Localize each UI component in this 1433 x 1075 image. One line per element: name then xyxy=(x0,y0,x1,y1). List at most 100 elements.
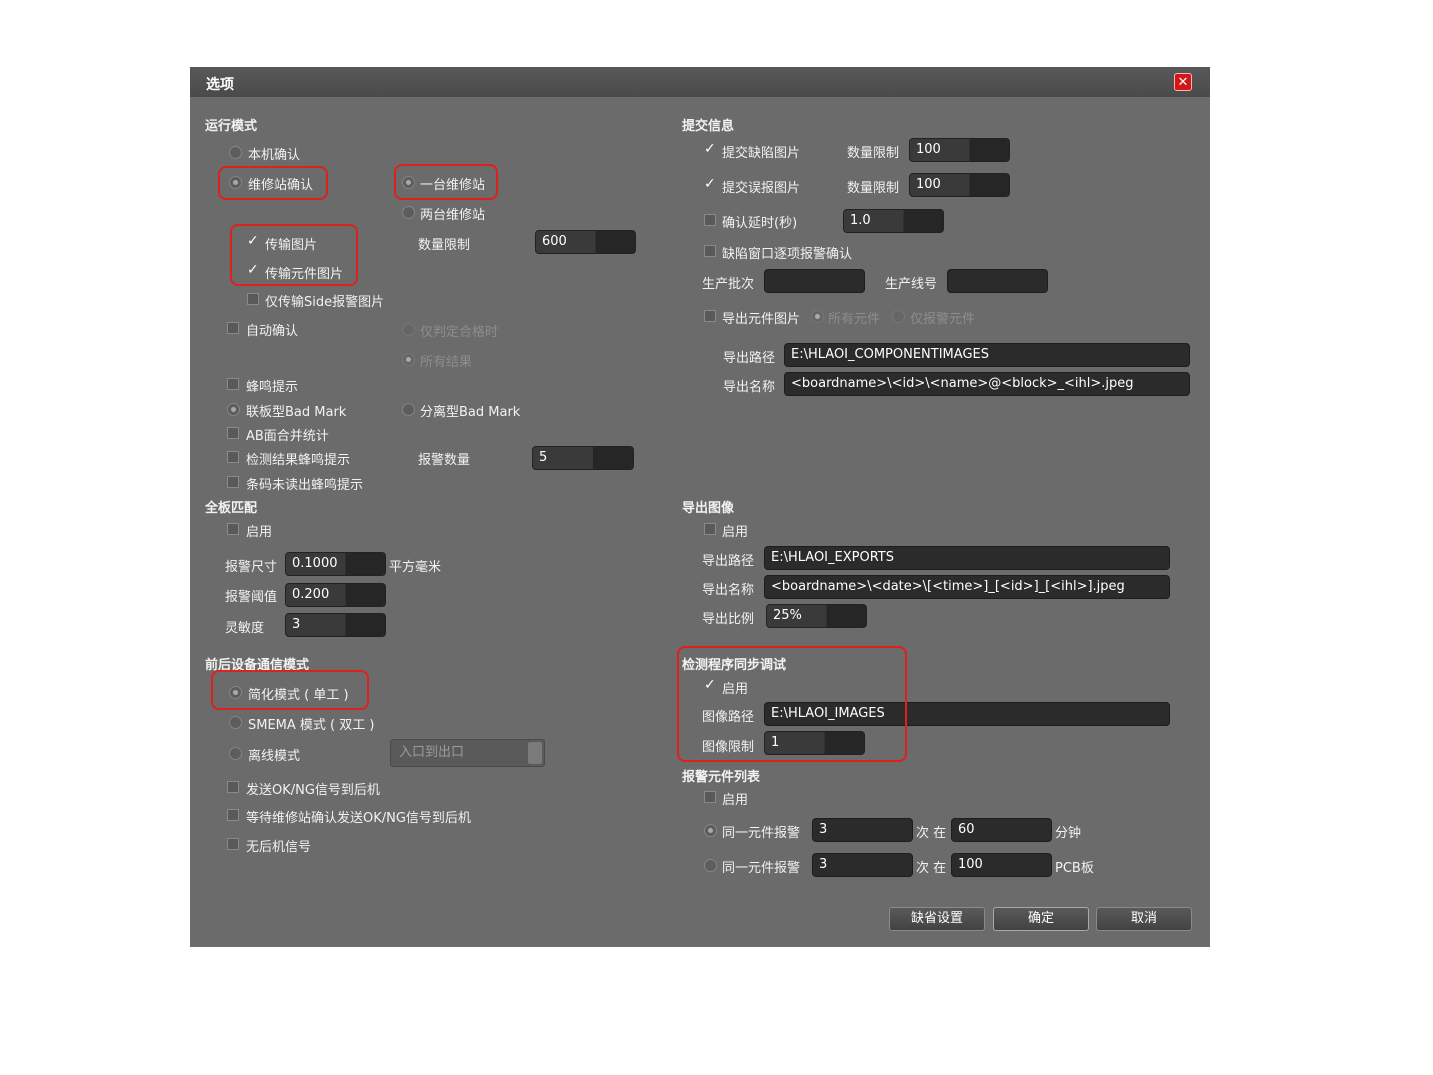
alarm-threshold-spinbox[interactable]: 0.200 xyxy=(285,583,386,607)
title-bar[interactable]: 选项 ✕ xyxy=(190,67,1210,97)
qty-limit-spinbox[interactable]: 600 xyxy=(535,230,636,254)
two-stations-label: 两台维修站 xyxy=(420,208,486,223)
confirm-delay-spinbox[interactable]: 1.0 xyxy=(843,209,944,233)
export-comp-checkbox[interactable] xyxy=(704,310,716,322)
export-image-enable-label: 启用 xyxy=(722,525,749,540)
alarm-row2-mid: 次 在 xyxy=(916,861,947,876)
no-rear-signal-label: 无后机信号 xyxy=(246,840,312,855)
alarm-row1-count-input[interactable]: 3 xyxy=(812,818,913,842)
comp-export-path-input[interactable]: E:\HLAOI_COMPONENTIMAGES xyxy=(784,343,1190,367)
two-stations-radio[interactable] xyxy=(402,206,415,219)
false-limit-label: 数量限制 xyxy=(847,181,900,196)
export-ratio-spinbox[interactable]: 25% xyxy=(766,604,867,628)
defect-window-checkbox[interactable] xyxy=(704,245,716,257)
submit-defect-label: 提交缺陷图片 xyxy=(722,146,801,161)
full-board-enable-label: 启用 xyxy=(246,525,273,540)
transfer-side-only-checkbox[interactable] xyxy=(247,293,259,305)
defect-limit-spinbox[interactable]: 100 xyxy=(909,138,1010,162)
wait-station-label: 等待维修站确认发送OK/NG信号到后机 xyxy=(246,811,471,826)
alarm-threshold-label: 报警阈值 xyxy=(225,590,278,605)
export-image-heading: 导出图像 xyxy=(682,501,735,516)
split-badmark-radio[interactable] xyxy=(402,403,415,416)
confirm-delay-value: 1.0 xyxy=(850,213,871,228)
offline-mode-radio[interactable] xyxy=(229,747,242,760)
smema-mode-radio[interactable] xyxy=(229,716,242,729)
alarm-row2-count-input[interactable]: 3 xyxy=(812,853,913,877)
export-name-input[interactable]: <boardname>\<date>\[<time>]_[<id>]_[<ihl… xyxy=(764,575,1170,599)
result-buzzer-checkbox[interactable] xyxy=(227,451,239,463)
no-rear-signal-checkbox[interactable] xyxy=(227,838,239,850)
barcode-buzzer-label: 条码未读出蜂鸣提示 xyxy=(246,478,364,493)
options-dialog: 选项 ✕ 运行模式 本机确认 维修站确认 一台维修站 两台维修站 ✓ 传输图片 … xyxy=(190,67,1210,947)
offline-direction-select[interactable]: 入口到出口 xyxy=(390,739,545,767)
comp-export-name-input[interactable]: <boardname>\<id>\<name>@<block>_<ihl>.jp… xyxy=(784,372,1190,396)
alarm-list-enable-checkbox[interactable] xyxy=(704,791,716,803)
auto-confirm-checkbox[interactable] xyxy=(227,322,239,334)
ok-button[interactable]: 确定 xyxy=(993,907,1089,931)
alarm-row2-value-input[interactable]: 100 xyxy=(951,853,1052,877)
result-buzzer-label: 检测结果蜂鸣提示 xyxy=(246,453,351,468)
alarm-count-value: 5 xyxy=(539,450,548,465)
submit-heading: 提交信息 xyxy=(682,119,735,134)
ab-merge-label: AB面合并统计 xyxy=(246,429,329,444)
export-image-enable-checkbox[interactable] xyxy=(704,523,716,535)
alarm-size-value: 0.1000 xyxy=(292,556,338,571)
highlight-one-station xyxy=(394,164,498,200)
joint-badmark-radio[interactable] xyxy=(227,403,240,416)
full-board-enable-checkbox[interactable] xyxy=(227,523,239,535)
line-input[interactable] xyxy=(947,269,1048,293)
qty-limit-value: 600 xyxy=(542,234,567,249)
all-components-label: 所有元件 xyxy=(828,312,881,327)
alarm-row1-radio[interactable] xyxy=(704,824,717,837)
cancel-button[interactable]: 取消 xyxy=(1096,907,1192,931)
alarm-row1-value-input[interactable]: 60 xyxy=(951,818,1052,842)
batch-label: 生产批次 xyxy=(702,277,755,292)
confirm-delay-label: 确认延时(秒) xyxy=(722,216,798,231)
comp-export-path-label: 导出路径 xyxy=(723,351,776,366)
barcode-buzzer-checkbox[interactable] xyxy=(227,476,239,488)
alarm-count-spinbox[interactable]: 5 xyxy=(532,446,634,470)
batch-input[interactable] xyxy=(764,269,865,293)
only-pass-radio[interactable] xyxy=(402,323,415,336)
wait-station-checkbox[interactable] xyxy=(227,809,239,821)
sensitivity-label: 灵敏度 xyxy=(225,621,265,636)
alarm-row1-label: 同一元件报警 xyxy=(722,826,801,841)
ab-merge-checkbox[interactable] xyxy=(227,427,239,439)
defect-limit-value: 100 xyxy=(916,142,941,157)
alarm-list-heading: 报警元件列表 xyxy=(682,770,761,785)
buzzer-checkbox[interactable] xyxy=(227,378,239,390)
qty-limit-label: 数量限制 xyxy=(418,238,471,253)
export-comp-label: 导出元件图片 xyxy=(722,312,801,327)
buzzer-label: 蜂鸣提示 xyxy=(246,380,299,395)
alarm-row2-radio[interactable] xyxy=(704,859,717,872)
alarm-components-radio[interactable] xyxy=(892,310,905,323)
defaults-button[interactable]: 缺省设置 xyxy=(889,907,985,931)
comp-export-name-label: 导出名称 xyxy=(723,380,776,395)
offline-mode-label: 离线模式 xyxy=(248,749,301,764)
export-ratio-value: 25% xyxy=(773,608,802,623)
highlight-station-confirm xyxy=(218,166,328,200)
highlight-transfer xyxy=(230,224,358,286)
alarm-row2-unit: PCB板 xyxy=(1055,861,1094,876)
local-confirm-radio[interactable] xyxy=(229,146,242,159)
sensitivity-spinbox[interactable]: 3 xyxy=(285,613,386,637)
alarm-size-spinbox[interactable]: 0.1000 xyxy=(285,552,386,576)
submit-defect-checkbox[interactable]: ✓ xyxy=(704,142,716,156)
close-icon[interactable]: ✕ xyxy=(1174,73,1192,91)
submit-false-checkbox[interactable]: ✓ xyxy=(704,177,716,191)
false-limit-value: 100 xyxy=(916,177,941,192)
transfer-side-only-label: 仅传输Side报警图片 xyxy=(265,295,385,310)
all-results-radio[interactable] xyxy=(402,353,415,366)
false-limit-spinbox[interactable]: 100 xyxy=(909,173,1010,197)
alarm-list-enable-label: 启用 xyxy=(722,793,749,808)
all-components-radio[interactable] xyxy=(811,310,824,323)
line-label: 生产线号 xyxy=(885,277,938,292)
alarm-size-label: 报警尺寸 xyxy=(225,560,278,575)
highlight-sync-debug xyxy=(677,646,907,762)
export-path-input[interactable]: E:\HLAOI_EXPORTS xyxy=(764,546,1170,570)
send-okng-checkbox[interactable] xyxy=(227,781,239,793)
confirm-delay-checkbox[interactable] xyxy=(704,214,716,226)
export-name-label: 导出名称 xyxy=(702,583,755,598)
split-badmark-label: 分离型Bad Mark xyxy=(420,405,521,420)
alarm-row2-label: 同一元件报警 xyxy=(722,861,801,876)
